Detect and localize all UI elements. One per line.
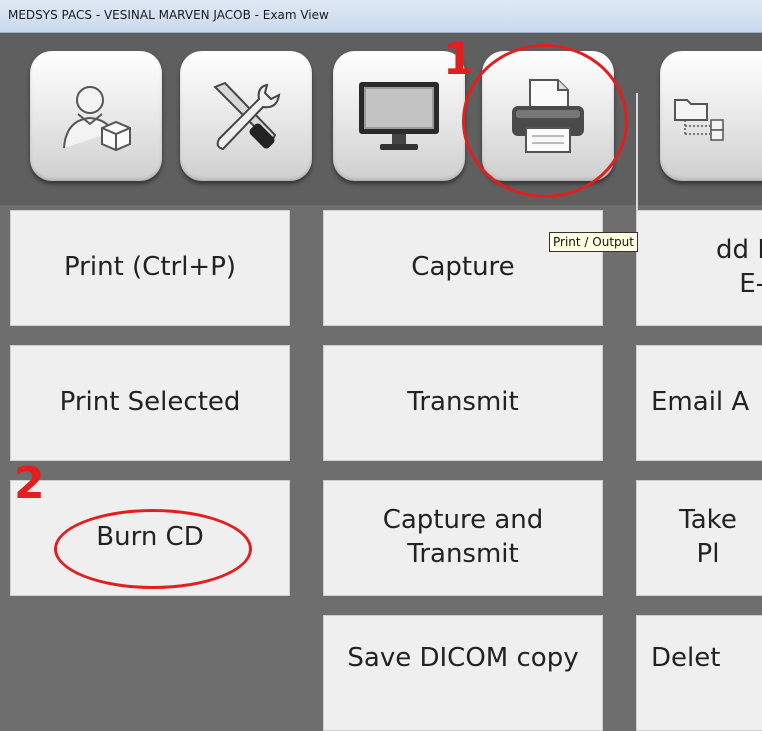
main-toolbar: [0, 33, 762, 213]
patient-icon: [63, 86, 131, 152]
transmit-button[interactable]: Transmit: [323, 345, 603, 461]
folder-tree-icon: [674, 99, 724, 141]
burn-cd-button[interactable]: Burn CD: [10, 480, 290, 596]
tools-icon: [213, 81, 281, 151]
burn-cd-button-label: Burn CD: [96, 522, 204, 553]
print-output-tooltip: Print / Output: [549, 232, 638, 252]
email-button-label: Email A: [651, 387, 750, 418]
window-title: MEDSYS PACS - VESINAL MARVEN JACOB - Exa…: [8, 8, 329, 22]
toolbar-separator: [636, 93, 638, 213]
email-button[interactable]: Email A: [636, 345, 762, 461]
title-bar: MEDSYS PACS - VESINAL MARVEN JACOB - Exa…: [0, 0, 762, 33]
settings-button[interactable]: [180, 51, 312, 181]
capture-and-transmit-button[interactable]: Capture and Transmit: [323, 480, 603, 596]
capture-and-transmit-button-label: Capture and Transmit: [382, 505, 544, 569]
annotation-number-2: 2: [14, 458, 45, 509]
delete-button-label: Delet: [651, 643, 721, 673]
patient-button[interactable]: [30, 51, 162, 181]
print-button[interactable]: Print (Ctrl+P): [10, 210, 290, 326]
take-button[interactable]: Take Pl: [636, 480, 762, 596]
capture-button-label: Capture: [411, 252, 515, 283]
print-button-label: Print (Ctrl+P): [63, 252, 237, 283]
print-output-button[interactable]: [482, 51, 614, 181]
monitor-icon: [359, 82, 439, 150]
take-button-label: Take Pl: [679, 505, 737, 569]
annotation-number-1: 1: [443, 34, 474, 85]
transmit-button-label: Transmit: [407, 387, 519, 418]
capture-button[interactable]: Capture: [323, 210, 603, 326]
save-dicom-copy-button-label: Save DICOM copy: [347, 643, 579, 673]
printer-icon: [512, 79, 584, 153]
add-e-button-label: dd I E-: [716, 235, 762, 299]
print-selected-button[interactable]: Print Selected: [10, 345, 290, 461]
delete-button[interactable]: Delet: [636, 615, 762, 731]
print-selected-button-label: Print Selected: [59, 387, 241, 418]
save-dicom-copy-button[interactable]: Save DICOM copy: [323, 615, 603, 731]
folder-tree-button[interactable]: [660, 51, 762, 181]
add-e-button[interactable]: dd I E-: [636, 210, 762, 326]
